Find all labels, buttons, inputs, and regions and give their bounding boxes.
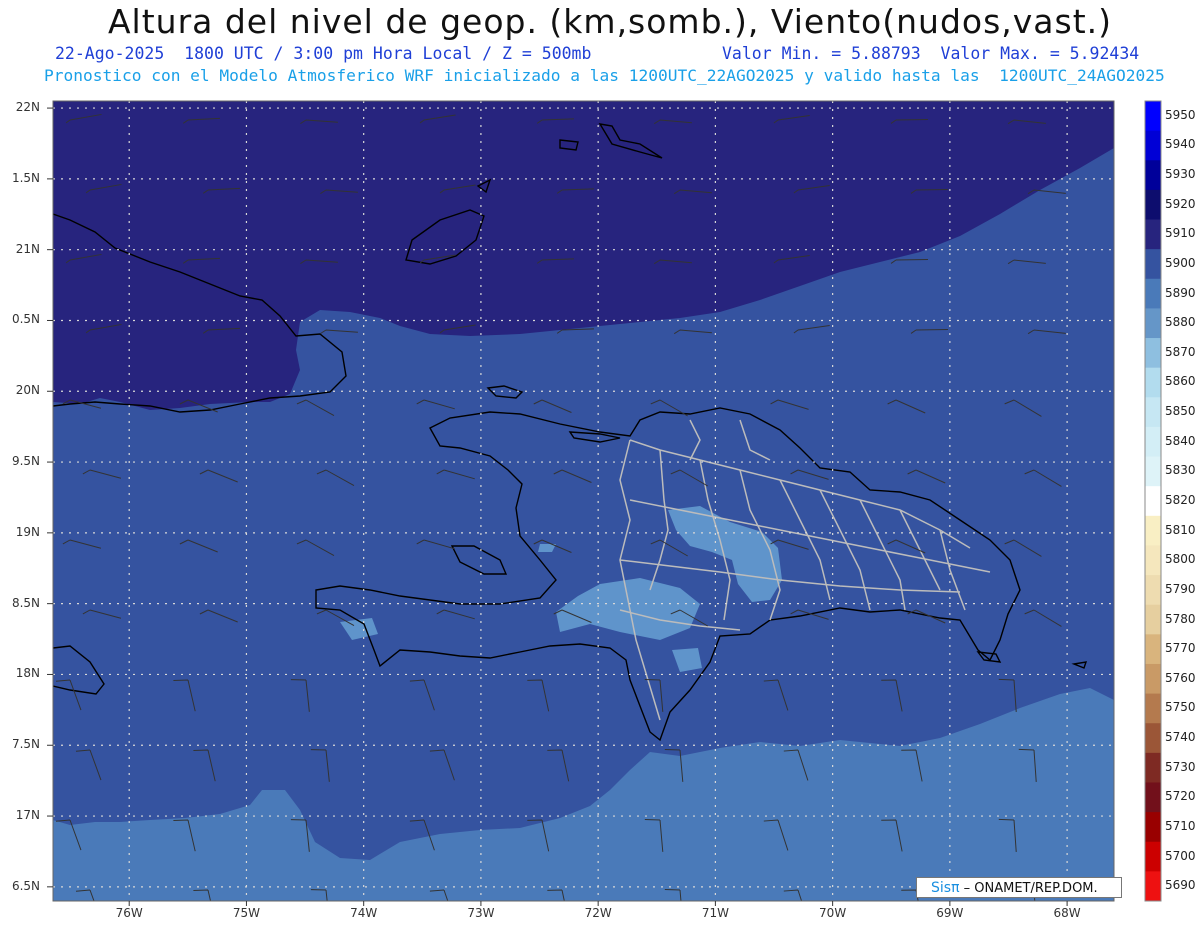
y-tick-label: 17N (15, 808, 40, 823)
colorbar-label: 5950 (1165, 107, 1196, 122)
colorbar-label: 5740 (1165, 730, 1196, 745)
credit-box: Sisπ – ONAMET/REP.DOM. (916, 877, 1122, 898)
y-tick-label: 0.5N (11, 312, 40, 327)
colorbar-swatch (1145, 634, 1161, 665)
wind-barb (1118, 820, 1142, 851)
colorbar-swatch (1145, 130, 1161, 161)
colorbar-swatch (1145, 693, 1161, 724)
y-tick-label: 18N (15, 666, 40, 681)
colorbar-swatch (1145, 189, 1161, 221)
colorbar-label: 5780 (1165, 611, 1196, 626)
y-tick-label: 8.5N (11, 595, 40, 610)
colorbar-label: 5730 (1165, 759, 1196, 774)
colorbar-label: 5880 (1165, 315, 1196, 330)
colorbar-swatch (1145, 841, 1161, 872)
wind-barb (1118, 680, 1142, 711)
colorbar-swatch (1145, 367, 1161, 398)
colorbar-swatch (1145, 219, 1161, 250)
colorbar-label: 5820 (1165, 493, 1196, 507)
x-tick-label: 70W (819, 906, 847, 920)
colorbar-swatch (1145, 723, 1161, 754)
x-tick-label: 68W (1053, 906, 1081, 920)
credit-text: – ONAMET/REP.DOM. (959, 881, 1098, 896)
colorbar-swatch (1145, 101, 1161, 132)
colorbar-swatch (1145, 604, 1161, 635)
x-tick-label: 71W (701, 906, 729, 920)
colorbar-label: 5900 (1165, 255, 1196, 270)
colorbar (1145, 101, 1161, 902)
x-tick-label: 73W (467, 906, 495, 920)
colorbar-swatch (1145, 397, 1161, 428)
y-tick-label: 20N (15, 383, 40, 398)
colorbar-label: 5720 (1165, 789, 1196, 804)
colorbar-swatch (1145, 160, 1161, 191)
colorbar-label: 5830 (1165, 463, 1196, 478)
y-tick-label: 21N (15, 241, 40, 256)
colorbar-label: 5870 (1165, 344, 1196, 359)
colorbar-label: 5790 (1165, 581, 1196, 596)
colorbar-label: 5940 (1165, 137, 1196, 152)
colorbar-swatch (1145, 871, 1161, 902)
y-tick-label: 1.5N (11, 170, 40, 185)
colorbar-swatch (1145, 812, 1161, 843)
x-tick-label: 72W (584, 906, 612, 920)
colorbar-swatch (1145, 752, 1161, 783)
colorbar-label: 5710 (1165, 818, 1196, 833)
colorbar-label: 5800 (1165, 552, 1196, 567)
colorbar-swatch (1145, 575, 1161, 606)
colorbar-swatch (1145, 782, 1161, 813)
colorbar-swatch (1145, 308, 1161, 339)
colorbar-label: 5700 (1165, 848, 1196, 863)
colorbar-label: 5930 (1165, 167, 1196, 182)
x-tick-label: 76W (115, 906, 143, 920)
x-tick-label: 69W (936, 906, 964, 920)
y-tick-label: 22N (15, 100, 40, 115)
y-tick-label: 19N (15, 524, 40, 539)
sispi-logo: Sisπ (931, 880, 960, 896)
colorbar-label: 5770 (1165, 641, 1196, 656)
y-tick-label: 7.5N (11, 737, 40, 752)
x-tick-label: 75W (232, 906, 260, 920)
colorbar-swatch (1145, 249, 1161, 280)
colorbar-label: 5920 (1165, 196, 1196, 211)
colorbar-label: 5890 (1165, 285, 1196, 300)
colorbar-swatch (1145, 486, 1161, 517)
colorbar-swatch (1145, 426, 1161, 458)
colorbar-label: 5690 (1165, 878, 1196, 893)
colorbar-swatch (1145, 515, 1161, 546)
y-tick-label: 6.5N (11, 878, 40, 893)
colorbar-label: 5910 (1165, 226, 1196, 241)
colorbar-label: 5840 (1165, 433, 1196, 448)
colorbar-swatch (1145, 338, 1161, 369)
colorbar-swatch (1145, 663, 1161, 695)
x-tick-label: 74W (350, 906, 378, 920)
colorbar-swatch (1145, 545, 1161, 576)
colorbar-label: 5850 (1165, 404, 1196, 419)
geopotential-height-map (47, 100, 1162, 906)
colorbar-swatch (1145, 278, 1161, 309)
colorbar-label: 5860 (1165, 374, 1196, 389)
colorbar-label: 5760 (1165, 670, 1196, 685)
colorbar-swatch (1145, 456, 1161, 487)
y-tick-label: 9.5N (11, 454, 40, 469)
colorbar-label: 5810 (1165, 522, 1196, 537)
colorbar-label: 5750 (1165, 700, 1196, 715)
